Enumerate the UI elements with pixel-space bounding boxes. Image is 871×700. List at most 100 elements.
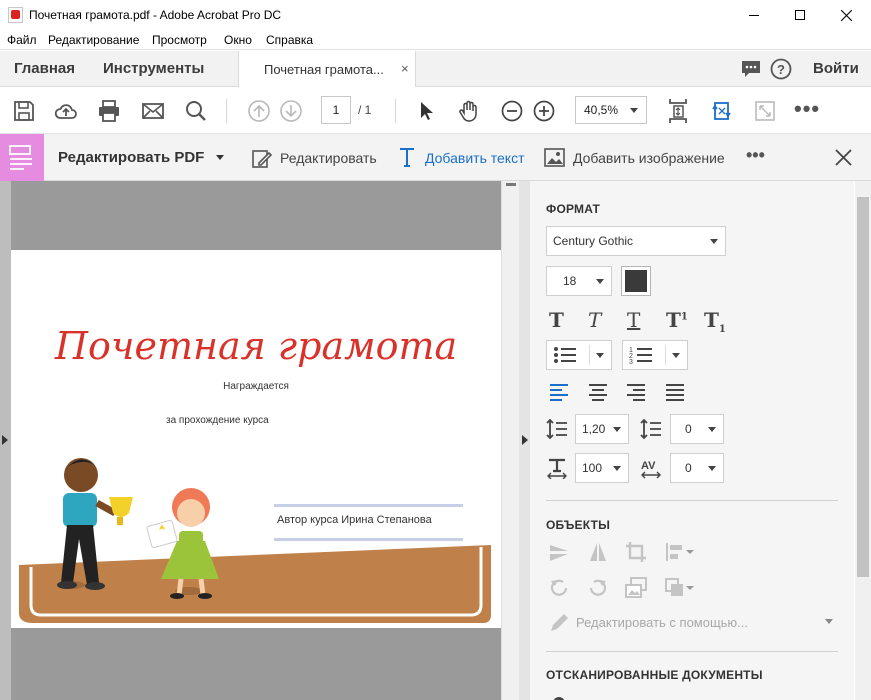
chevron-down-icon[interactable] [825,619,833,624]
flip-horizontal-icon[interactable] [587,541,609,563]
superscript-icon[interactable]: T1 [666,308,688,332]
horizontal-scale-icon [547,458,567,479]
upload-cloud-icon[interactable] [54,99,78,123]
align-left-icon[interactable] [548,381,570,403]
edit-text-icon[interactable] [250,146,274,170]
align-center-icon[interactable] [587,381,609,403]
font-size-value: 18 [563,274,577,288]
bold-icon[interactable]: T [549,308,564,332]
character-spacing-select[interactable]: 0 [670,453,724,483]
align-objects-icon[interactable] [664,541,696,563]
maximize-button[interactable] [777,0,823,30]
italic-icon[interactable]: T [588,308,601,332]
character-spacing-value: 0 [685,461,692,475]
close-icon[interactable] [835,149,852,166]
font-color-picker[interactable] [621,266,651,296]
tab-document[interactable]: Почетная грамота... × [238,51,416,88]
fullscreen-icon[interactable] [753,99,777,123]
section-divider [546,500,838,501]
subscript-icon[interactable]: T1 [704,308,726,335]
menu-file[interactable]: Файл [7,33,37,47]
bullet-list-select[interactable] [546,340,612,370]
line-spacing-select[interactable]: 1,20 [575,414,629,444]
menu-edit[interactable]: Редактирование [48,33,139,47]
chevron-down-icon [710,239,718,244]
paragraph-spacing-select[interactable]: 0 [670,414,724,444]
zoom-select[interactable]: 40,5% [575,96,647,124]
document-tab-label: Почетная грамота... [264,62,384,77]
rotate-right-icon[interactable] [587,577,609,599]
page-down-icon[interactable] [279,99,303,123]
rotate-view-icon[interactable] [710,99,734,123]
fit-page-icon[interactable] [666,97,690,125]
edit-button[interactable]: Редактировать [280,150,377,166]
replace-image-icon[interactable] [625,577,647,599]
edit-pdf-tool-icon[interactable] [0,134,44,181]
close-window-button[interactable] [823,0,869,30]
zoom-in-icon[interactable] [532,99,556,123]
menu-window[interactable]: Окно [224,33,252,47]
add-text-button[interactable]: Добавить текст [425,150,525,166]
search-icon[interactable] [184,99,208,123]
flip-vertical-icon[interactable] [548,541,570,563]
tab-home[interactable]: Главная [14,60,75,77]
hand-tool-icon[interactable] [457,99,481,123]
line-spacing-value: 1,20 [582,422,606,436]
menu-view[interactable]: Просмотр [152,33,207,47]
font-family-value: Century Gothic [553,234,634,248]
add-text-icon[interactable] [398,147,416,167]
add-image-button[interactable]: Добавить изображение [573,150,725,166]
underline-icon[interactable]: T [627,308,640,332]
panel-scrollbar[interactable] [855,181,871,700]
numbered-list-select[interactable]: 123 [622,340,688,370]
crop-icon[interactable] [625,541,647,563]
close-tab-button[interactable]: × [401,61,409,76]
edit-pdf-toolbar: Редактировать PDF Редактировать Добавить… [0,134,871,181]
right-panel-collapse[interactable] [519,181,530,700]
menu-help[interactable]: Справка [266,33,313,47]
panel-scroll-thumb[interactable] [857,197,869,577]
select-cursor-icon[interactable] [415,99,439,123]
scroll-thumb[interactable] [506,183,516,186]
comment-icon[interactable] [740,59,762,79]
awarded-text[interactable]: Награждается [11,381,501,392]
align-justify-icon[interactable] [664,381,686,403]
align-right-icon[interactable] [625,381,647,403]
edit-using-label[interactable]: Редактировать с помощью... [576,615,748,630]
zoom-out-icon[interactable] [500,99,524,123]
email-icon[interactable] [141,99,165,123]
font-family-select[interactable]: Century Gothic [546,226,726,256]
left-panel-collapse[interactable] [0,181,11,700]
page-number-input[interactable]: 1 [321,96,351,124]
more-options-icon[interactable]: ••• [746,145,765,166]
numbered-list-icon: 123 [629,347,652,365]
more-tools-icon[interactable]: ••• [794,96,820,122]
add-image-icon[interactable] [544,148,565,167]
print-icon[interactable] [97,99,121,123]
pdf-page[interactable]: Почетная грамота Награждается за прохожд… [11,250,501,628]
minimize-button[interactable] [731,0,777,30]
page-up-icon[interactable] [247,99,271,123]
document-scrollbar[interactable] [501,181,519,700]
course-completion-text[interactable]: за прохождение курса [166,415,269,426]
svg-text:AV: AV [641,460,656,472]
line-spacing-icon [546,418,567,440]
tab-tools[interactable]: Инструменты [103,60,204,77]
help-icon[interactable]: ? [770,58,792,80]
arrange-objects-icon[interactable] [664,577,696,599]
edit-pdf-title[interactable]: Редактировать PDF [58,149,204,166]
horizontal-scale-select[interactable]: 100 [575,453,629,483]
window-title: Почетная грамота.pdf - Adobe Acrobat Pro… [29,8,282,22]
rotate-left-icon[interactable] [548,577,570,599]
save-icon[interactable] [12,99,36,123]
sign-in-button[interactable]: Войти [813,60,859,77]
certificate-title[interactable]: Почетная грамота [11,324,501,368]
font-size-select[interactable]: 18 [546,266,612,296]
pencil-icon [551,614,568,631]
settings-gear-icon[interactable] [548,692,570,700]
chevron-down-icon[interactable] [216,155,224,160]
pdf-file-icon [8,7,23,23]
paragraph-spacing-value: 0 [685,422,692,436]
close-icon [840,9,852,21]
chevron-down-icon [596,279,604,284]
